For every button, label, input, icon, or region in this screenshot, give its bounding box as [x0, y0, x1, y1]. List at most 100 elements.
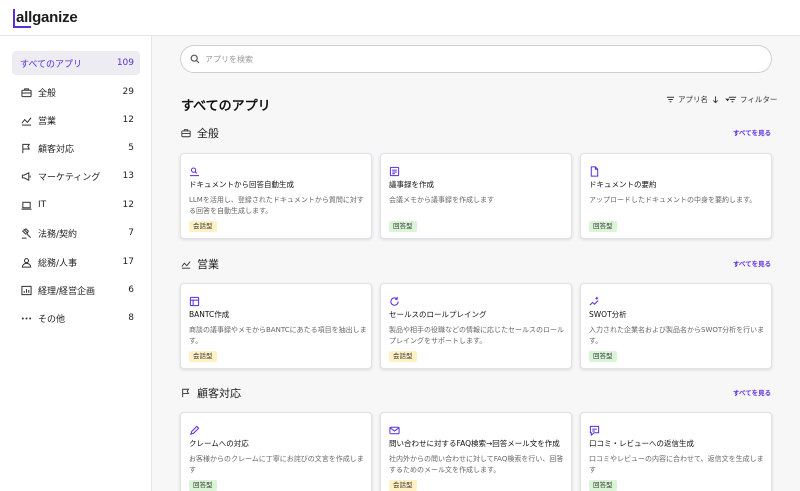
- sidebar-item-label: 法務/契約: [38, 229, 78, 240]
- gavel-icon: [20, 227, 32, 239]
- app-search-bar[interactable]: [180, 45, 772, 73]
- section-title: 営業: [197, 258, 219, 271]
- sidebar-item-marketing[interactable]: マーケティング 13: [12, 164, 140, 188]
- app-card[interactable]: クレームへの対応 お客様からのクレームに丁寧にお詫びの文言を作成します 回答型: [180, 412, 372, 491]
- sidebar-item-count: 12: [122, 115, 134, 125]
- pencil-icon: [189, 421, 200, 435]
- trend-icon: [181, 261, 191, 269]
- app-card[interactable]: 問い合わせに対するFAQ検索→回答メール文を作成 社内外からの問い合わせに対して…: [380, 412, 572, 491]
- logo-text: allganize: [16, 9, 78, 26]
- sidebar-item-sales[interactable]: 営業 12: [12, 108, 140, 132]
- sidebar-item-label: IT: [38, 200, 47, 210]
- sidebar-item-other[interactable]: その他 8: [12, 306, 140, 330]
- refresh-icon: [389, 292, 400, 306]
- sidebar-item-label: 顧客対応: [38, 144, 75, 155]
- app-card[interactable]: ドキュメントの要約 アップロードしたドキュメントの中身を要約します。 回答型: [580, 153, 772, 239]
- type-badge: 回答型: [589, 351, 617, 362]
- trend-icon: [20, 114, 32, 126]
- chart-icon: [20, 284, 32, 296]
- type-badge: 回答型: [189, 480, 217, 491]
- megaphone-icon: [20, 170, 32, 182]
- see-all-link[interactable]: すべてを見る: [733, 127, 771, 137]
- layout-icon: [189, 292, 200, 307]
- dots-icon: [20, 312, 32, 324]
- sidebar-item-label: 総務/人事: [38, 258, 78, 269]
- section-title: 顧客対応: [197, 387, 241, 400]
- section-header-sales: 営業: [181, 256, 219, 272]
- sidebar-item-accounting-planning[interactable]: 経理/経営企画 6: [12, 278, 140, 302]
- sidebar-item-count: 7: [128, 228, 134, 238]
- filter-button[interactable]: フィルター: [728, 94, 777, 105]
- card-title: BANTC作成: [189, 310, 230, 319]
- card-description: 社内外からの問い合わせに対してFAQ検索を行い、回答するためのメール文を作成しま…: [389, 455, 564, 474]
- chat-icon: [589, 421, 600, 437]
- search-icon: [190, 54, 200, 64]
- sidebar-item-count: 6: [128, 285, 134, 295]
- flag-icon: [182, 388, 190, 398]
- card-description: お客様からのクレームに丁寧にお詫びの文言を作成します: [189, 455, 364, 474]
- sidebar: すべてのアプリ 109 全般 29 営業 12 顧客対応 5 マーケティング 1…: [0, 36, 152, 491]
- type-badge: 回答型: [589, 480, 617, 491]
- type-badge: 会話型: [389, 351, 417, 362]
- see-all-link[interactable]: すべてを見る: [733, 387, 771, 397]
- card-title: SWOT分析: [589, 310, 627, 319]
- file-icon: [589, 162, 600, 177]
- app-card[interactable]: 口コミ・レビューへの返信生成 口コミやレビューの内容に合わせて、返信文を生成しま…: [580, 412, 772, 491]
- briefcase-icon: [20, 86, 32, 98]
- card-title: ドキュメントの要約: [589, 180, 657, 189]
- type-badge: 会話型: [389, 480, 417, 491]
- card-description: LLMを活用し、登録されたドキュメントから質問に対する回答を自動生成します。: [189, 196, 364, 215]
- laptop-icon: [20, 199, 32, 211]
- sort-icon: [666, 96, 675, 103]
- sidebar-item-general[interactable]: 全般 29: [12, 80, 140, 104]
- briefcase-icon: [181, 129, 191, 138]
- sort-dropdown[interactable]: アプリ名: [666, 94, 732, 105]
- section-header-customer-support: 顧客対応: [181, 385, 241, 401]
- card-description: 会議メモから議事録を作成します: [389, 196, 494, 204]
- card-description: 口コミやレビューの内容に合わせて、返信文を生成します: [589, 455, 764, 474]
- sidebar-item-label: 全般: [38, 88, 57, 99]
- app-card[interactable]: ドキュメントから回答自動生成 LLMを活用し、登録されたドキュメントから質問に対…: [180, 153, 372, 239]
- sidebar-item-it[interactable]: IT 12: [12, 193, 140, 217]
- doc-search-icon: [189, 162, 200, 177]
- allganize-logo[interactable]: allganize: [13, 9, 78, 28]
- card-description: アップロードしたドキュメントの中身を要約します。: [589, 196, 757, 204]
- search-input[interactable]: [205, 54, 745, 64]
- sidebar-item-general-affairs-hr[interactable]: 総務/人事 17: [12, 250, 140, 274]
- sidebar-item-count: 13: [122, 171, 134, 181]
- card-title: クレームへの対応: [189, 439, 249, 448]
- sidebar-item-count: 8: [128, 313, 134, 323]
- sidebar-item-count: 5: [128, 143, 134, 153]
- sparkle-chart-icon: [589, 292, 600, 306]
- app-card[interactable]: セールスのロールプレイング 製品や相手の役職などの情報に応じたセールスのロールプ…: [380, 283, 572, 369]
- app-card[interactable]: 議事録を作成 会議メモから議事録を作成します 回答型: [380, 153, 572, 239]
- mail-icon: [389, 421, 400, 435]
- see-all-link[interactable]: すべてを見る: [733, 258, 771, 268]
- page-title: すべてのアプリ: [181, 99, 271, 114]
- sidebar-item-label: 営業: [38, 116, 57, 127]
- sidebar-item-label: その他: [38, 314, 66, 325]
- sidebar-item-count: 12: [122, 200, 134, 210]
- notes-icon: [389, 162, 400, 177]
- sidebar-item-all-apps[interactable]: すべてのアプリ 109: [12, 51, 140, 75]
- sidebar-item-count: 109: [116, 58, 134, 68]
- sidebar-item-label: すべてのアプリ: [20, 59, 83, 70]
- card-title: 口コミ・レビューへの返信生成: [589, 439, 694, 448]
- type-badge: 回答型: [389, 221, 417, 232]
- section-title: 全般: [197, 127, 219, 140]
- sidebar-item-legal[interactable]: 法務/契約 7: [12, 221, 140, 245]
- app-card[interactable]: SWOT分析 入力された企業名および製品名からSWOT分析を行います。 回答型: [580, 283, 772, 369]
- app-card[interactable]: BANTC作成 商談の議事録やメモからBANTCにあたる項目を抽出します。 会話…: [180, 283, 372, 369]
- sidebar-item-label: 経理/経営企画: [38, 286, 96, 297]
- sidebar-item-count: 17: [122, 257, 134, 267]
- person-icon: [20, 256, 32, 268]
- section-header-general: 全般: [181, 125, 219, 141]
- card-title: セールスのロールプレイング: [389, 310, 487, 319]
- type-badge: 会話型: [189, 351, 217, 362]
- flag-icon: [20, 142, 32, 154]
- type-badge: 会話型: [189, 221, 217, 232]
- card-title: 議事録を作成: [389, 180, 434, 189]
- filter-icon: [728, 96, 737, 103]
- sidebar-item-customer-support[interactable]: 顧客対応 5: [12, 136, 140, 160]
- card-title: 問い合わせに対するFAQ検索→回答メール文を作成: [389, 439, 560, 448]
